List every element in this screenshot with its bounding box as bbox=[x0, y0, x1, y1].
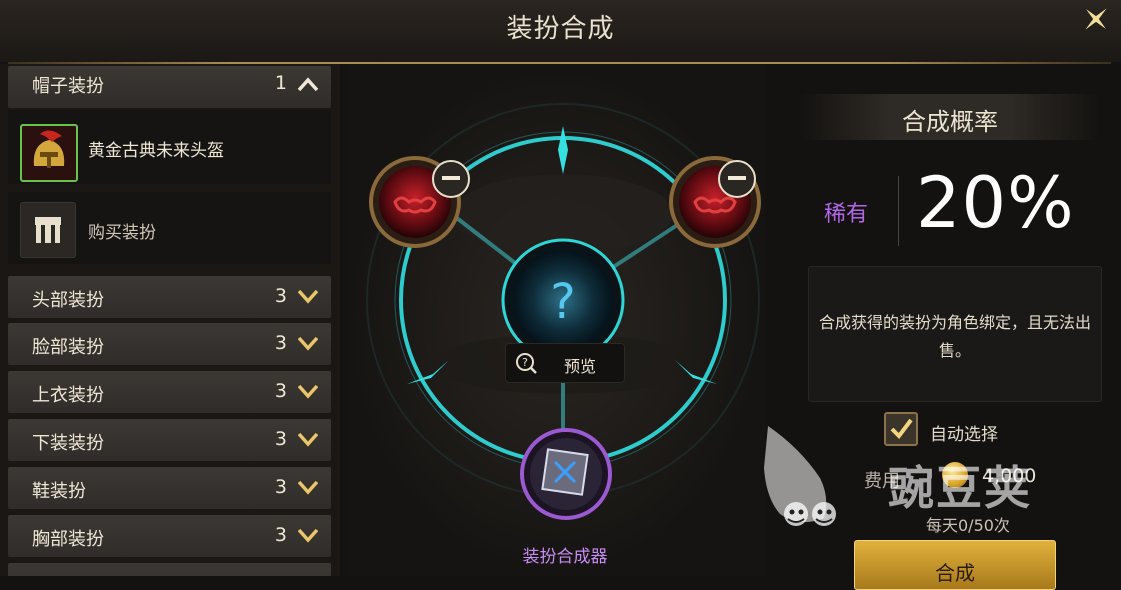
synthesizer-slot[interactable] bbox=[518, 430, 610, 522]
synthesize-label: 合成 bbox=[935, 561, 975, 585]
category-count: 3 bbox=[274, 285, 287, 307]
list-item-selected-costume[interactable]: 黄金古典未来头盔 bbox=[8, 110, 331, 184]
material-slot-left[interactable] bbox=[388, 154, 478, 246]
chevron-down-icon bbox=[297, 289, 319, 304]
category-next-partial[interactable] bbox=[8, 563, 331, 576]
synthesize-button[interactable]: 合成 bbox=[854, 540, 1056, 590]
category-label: 脸部装扮 bbox=[32, 337, 104, 358]
synthesizer-name: 装扮合成器 bbox=[522, 547, 608, 567]
chevron-up-icon bbox=[297, 77, 319, 92]
chevron-down-icon bbox=[297, 432, 319, 447]
chevron-down-icon bbox=[297, 336, 319, 351]
checkmark-icon bbox=[890, 418, 913, 440]
category-face[interactable]: 脸部装扮 3 bbox=[8, 323, 331, 365]
category-sidebar[interactable]: 帽子装扮 1 黄金古典未来头盔 购买装扮 头部装扮 3 脸部装扮 3 上衣装扮 … bbox=[0, 64, 340, 576]
item-name: 黄金古典未来头盔 bbox=[88, 141, 224, 161]
panel-header: 合成概率 bbox=[800, 94, 1100, 140]
auto-select-label: 自动选择 bbox=[930, 425, 998, 445]
category-bottom[interactable]: 下装装扮 3 bbox=[8, 419, 331, 461]
close-icon[interactable] bbox=[1079, 0, 1113, 38]
buy-costume-item[interactable]: 购买装扮 bbox=[8, 192, 331, 264]
category-chest[interactable]: 胸部装扮 3 bbox=[8, 515, 331, 557]
chevron-down-icon bbox=[297, 528, 319, 543]
buy-costume-label: 购买装扮 bbox=[88, 223, 156, 243]
helmet-icon bbox=[20, 124, 78, 182]
category-label: 鞋装扮 bbox=[32, 481, 86, 502]
page-title: 装扮合成 bbox=[506, 14, 615, 44]
rarity-divider bbox=[898, 176, 899, 246]
svg-text:?: ? bbox=[550, 274, 575, 330]
category-label: 胸部装扮 bbox=[32, 529, 104, 550]
watermark-text: 豌豆荚 bbox=[888, 461, 1032, 515]
description-text: 合成获得的装扮为角色绑定，且无法出售。 bbox=[818, 313, 1091, 360]
preview-label: 预览 bbox=[564, 357, 597, 376]
category-shoes[interactable]: 鞋装扮 3 bbox=[8, 467, 331, 509]
chevron-down-icon bbox=[297, 480, 319, 495]
category-count: 3 bbox=[274, 428, 287, 450]
title-bar: 装扮合成 bbox=[0, 0, 1121, 62]
question-magnifier-icon: ? bbox=[516, 353, 537, 374]
category-head[interactable]: 头部装扮 3 bbox=[8, 276, 331, 318]
category-count: 1 bbox=[274, 72, 287, 94]
category-label: 上衣装扮 bbox=[32, 385, 104, 406]
chevron-down-icon bbox=[297, 384, 319, 399]
category-hat-expanded[interactable]: 帽子装扮 1 bbox=[8, 66, 331, 108]
category-count: 3 bbox=[274, 332, 287, 354]
shop-icon bbox=[20, 202, 76, 258]
panel-title: 合成概率 bbox=[902, 108, 998, 136]
auto-select-checkbox[interactable] bbox=[884, 412, 918, 446]
preview-button[interactable]: ? 预览 bbox=[505, 343, 625, 383]
category-count: 3 bbox=[274, 476, 287, 498]
category-label: 下装装扮 bbox=[32, 433, 104, 454]
category-label: 帽子装扮 bbox=[32, 76, 104, 97]
probability-value: 20% bbox=[916, 162, 1075, 244]
category-count: 3 bbox=[274, 524, 287, 546]
rarity-label: 稀有 bbox=[824, 202, 869, 227]
svg-text:?: ? bbox=[522, 356, 528, 369]
description-box: 合成获得的装扮为角色绑定，且无法出售。 bbox=[808, 266, 1102, 402]
material-slot-right[interactable] bbox=[670, 154, 760, 246]
category-label: 头部装扮 bbox=[32, 290, 104, 311]
category-count: 3 bbox=[274, 380, 287, 402]
category-top[interactable]: 上衣装扮 3 bbox=[8, 371, 331, 413]
